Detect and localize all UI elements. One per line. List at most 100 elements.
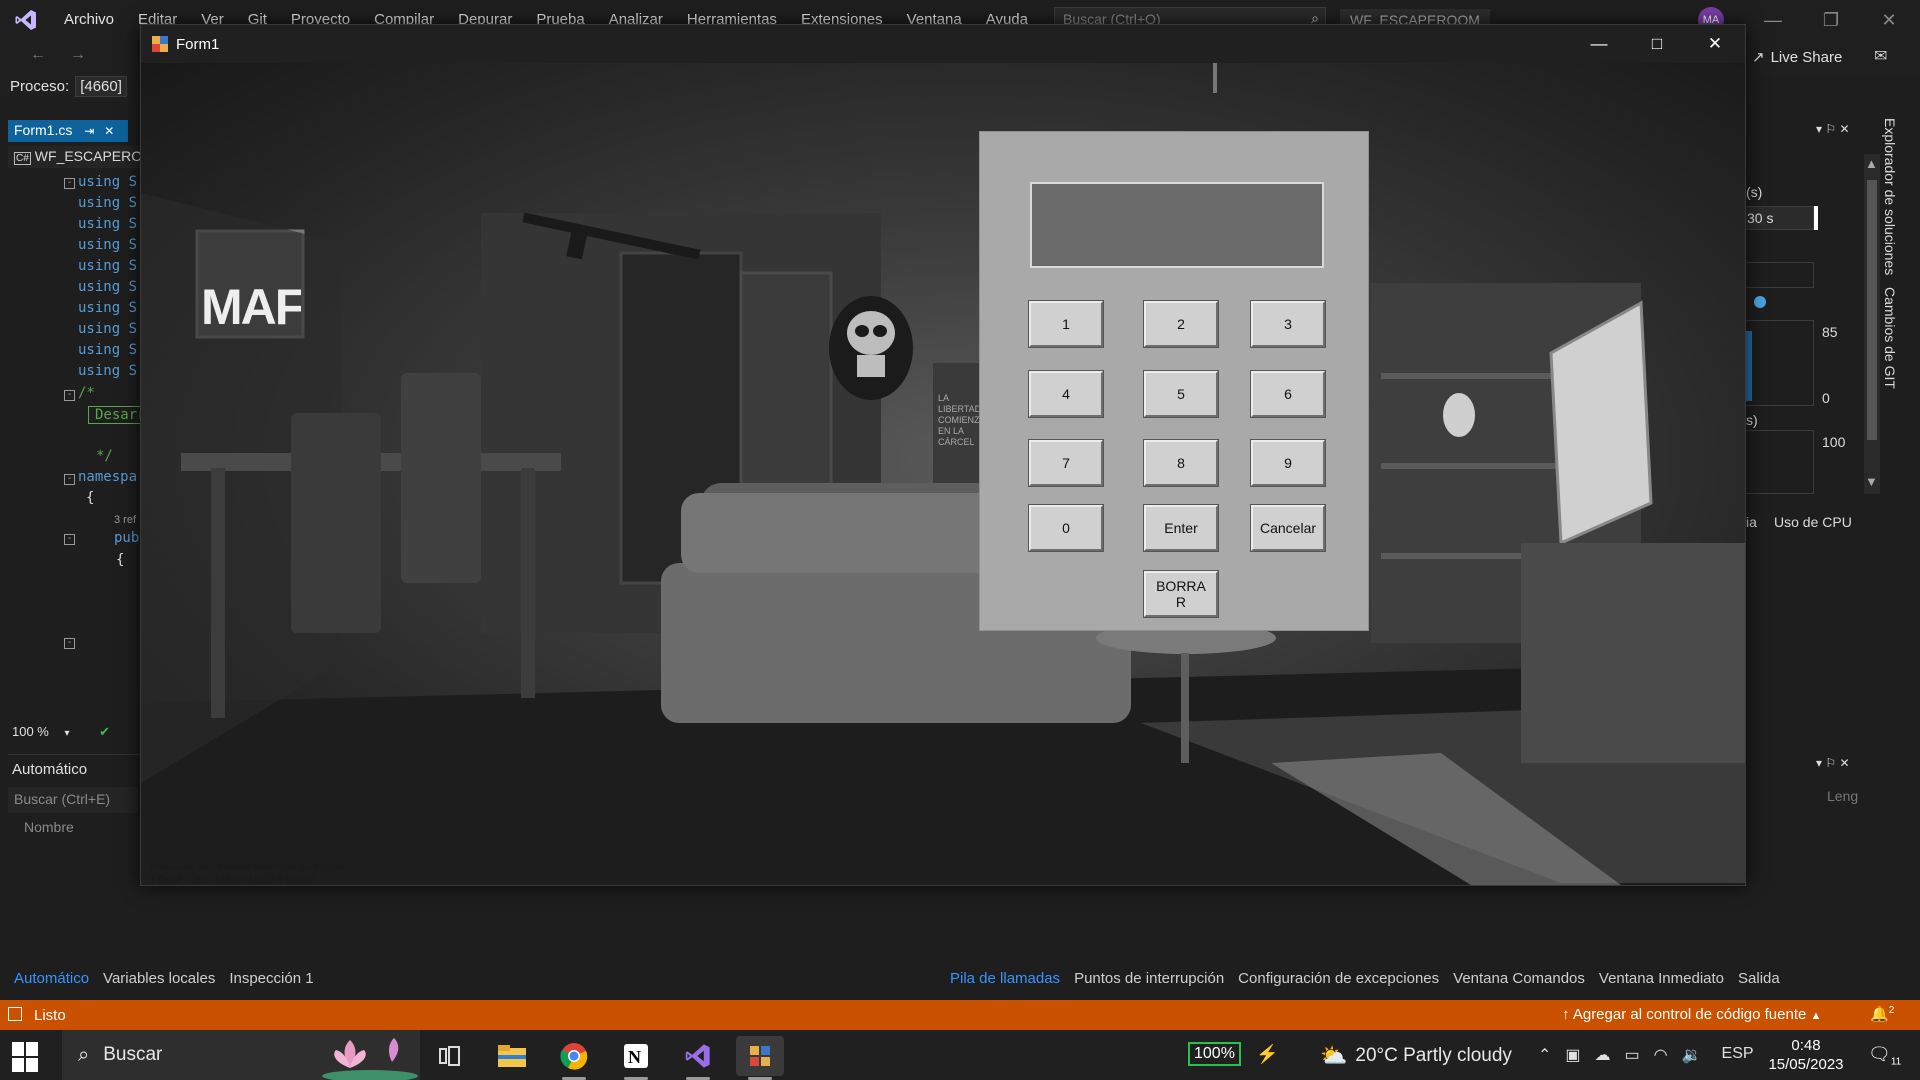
collapse-toggle[interactable]: - [64,474,75,485]
pin-icon[interactable]: ⇥ [84,124,94,138]
chrome-icon[interactable] [550,1036,598,1080]
key-3-button[interactable]: 3 [1250,300,1326,348]
windows-start-icon[interactable] [12,1042,42,1072]
tab-automatico[interactable]: Automático [14,970,89,992]
form1-titlebar[interactable]: Form1 — □ ✕ [141,25,1745,63]
task-view-icon[interactable] [426,1036,474,1076]
share-icon: ↗ [1752,49,1765,66]
tab-ventana-inmediato[interactable]: Ventana Inmediato [1599,970,1724,992]
collapse-toggle[interactable]: - [64,390,75,401]
menu-archivo[interactable]: Archivo [52,0,126,40]
notion-icon[interactable]: N [612,1036,660,1080]
device-icon[interactable]: ▣ [1565,1045,1580,1065]
auto-panel-title: Automático [12,761,88,778]
collapse-toggle[interactable]: - [64,534,75,545]
editor-tab-form1[interactable]: Form1.cs ⇥ ✕ [8,120,128,142]
key-1-button[interactable]: 1 [1028,300,1104,348]
editor-project-dropdown[interactable]: C#WF_ESCAPEROOM [8,146,140,168]
key-2-button[interactable]: 2 [1143,300,1219,348]
timeline-handle[interactable] [1814,206,1818,230]
tab-config-excepciones[interactable]: Configuración de excepciones [1238,970,1439,992]
graph-max-label: 85 [1822,324,1838,340]
panel-dropdown-icon[interactable]: ▾ ⚐ ✕ [1816,756,1850,770]
key-9-button[interactable]: 9 [1250,439,1326,487]
collapse-toggle[interactable]: - [64,638,75,649]
windows-taskbar: ⌕ Buscar N 100% ⚡ ⛅ 20°C Partly cloudy ⌃… [0,1030,1920,1080]
battery-icon[interactable]: ▭ [1625,1045,1640,1065]
vs-restore-button[interactable]: ❐ [1808,0,1854,40]
weather-widget[interactable]: ⛅ 20°C Partly cloudy [1320,1043,1512,1069]
tab-puntos-interrupcion[interactable]: Puntos de interrupción [1074,970,1224,992]
process-label: Proceso: [10,78,70,95]
event-marker[interactable] [1754,296,1766,308]
chevron-up-icon[interactable]: ⌃ [1538,1045,1551,1065]
system-tray: ⌃ ▣ ☁ ▭ ◠ 🔉 ESP [1538,1045,1754,1065]
process-value[interactable]: [4660] [75,76,127,97]
collapse-toggle[interactable]: - [64,178,75,189]
live-share-button[interactable]: ↗ Live Share [1752,48,1843,67]
key-4-button[interactable]: 4 [1028,370,1104,418]
form-app-taskbar-icon[interactable] [736,1036,784,1080]
events-track [1744,262,1814,288]
language-indicator[interactable]: ESP [1722,1045,1754,1065]
tab-variables-locales[interactable]: Variables locales [103,970,215,992]
zoom-level: 100 % [12,724,49,739]
notification-count: 11 [1890,1056,1902,1068]
form-close-button[interactable]: ✕ [1686,25,1744,63]
panel-dropdown-icon[interactable]: ▾ ⚐ ✕ [1816,122,1850,136]
form-maximize-button[interactable]: □ [1628,25,1686,63]
form-minimize-button[interactable]: — [1570,25,1628,63]
close-icon[interactable]: ✕ [104,124,114,138]
key-8-button[interactable]: 8 [1143,439,1219,487]
clock[interactable]: 0:48 15/05/2023 [1764,1036,1848,1074]
auto-search-input[interactable]: Buscar (Ctrl+E) [8,787,138,813]
chevron-up-icon[interactable]: ▲ [1865,156,1878,171]
battery-indicator[interactable]: 100% [1188,1042,1241,1066]
notification-center-icon[interactable]: 🗨11 [1868,1044,1901,1068]
scrollbar-thumb[interactable] [1867,180,1877,440]
bottom-tabs-left: Automático Variables locales Inspección … [8,970,314,992]
tab-salida[interactable]: Salida [1738,970,1780,992]
tab-inspeccion-1[interactable]: Inspección 1 [229,970,313,992]
zoom-dropdown[interactable]: 100 % ▾ ✔ [8,724,140,744]
notification-bell-icon[interactable]: 🔔2 [1870,1005,1894,1023]
tab-ventana-comandos[interactable]: Ventana Comandos [1453,970,1585,992]
back-arrow-icon[interactable]: ← [30,46,46,64]
key-5-button[interactable]: 5 [1143,370,1219,418]
erase-button[interactable]: BORRA R [1143,570,1219,618]
visual-studio-logo-icon[interactable] [0,0,52,40]
diagnostics-scrollbar[interactable]: ▲ ▼ [1864,154,1880,494]
code-references[interactable]: 3 ref [114,514,136,526]
code-editor[interactable]: - using S using S using S using S using … [8,170,140,720]
key-7-button[interactable]: 7 [1028,439,1104,487]
column-header-lang[interactable]: Leng [1827,788,1858,804]
tab-explorador-soluciones[interactable]: Explorador de soluciones [1882,118,1898,275]
add-source-control-button[interactable]: ↑ Agregar al control de código fuente ▲ [1562,1006,1821,1023]
wifi-icon[interactable]: ◠ [1654,1045,1668,1065]
key-6-button[interactable]: 6 [1250,370,1326,418]
column-header-name[interactable]: Nombre [24,819,74,835]
code-namespace: namespa [78,469,138,485]
onedrive-cloud-icon[interactable]: ☁ [1595,1045,1611,1065]
tab-pila-llamadas[interactable]: Pila de llamadas [950,970,1060,992]
vs-minimize-button[interactable]: — [1750,0,1796,40]
chevron-down-icon[interactable]: ▼ [1865,474,1878,489]
timeline-range[interactable]: 30 s [1744,206,1814,230]
escape-room-scene[interactable]: MAF LA LIBERTAD COMIENZA EN LA CÁRCEL Re… [141,63,1745,885]
cancel-button[interactable]: Cancelar [1250,504,1326,552]
forward-arrow-icon[interactable]: → [70,46,86,64]
tab-cambios-git[interactable]: Cambios de GIT [1882,287,1898,389]
chevron-down-icon: ▾ [64,728,70,739]
enter-button[interactable]: Enter [1143,504,1219,552]
status-bar: Listo ↑ Agregar al control de código fue… [0,1000,1920,1030]
live-share-label: Live Share [1770,48,1843,66]
visual-studio-taskbar-icon[interactable] [674,1036,722,1080]
key-0-button[interactable]: 0 [1028,504,1104,552]
volume-icon[interactable]: 🔉 [1682,1045,1702,1065]
file-explorer-icon[interactable] [488,1036,536,1076]
memoria-tab-fragment[interactable]: ia [1746,514,1757,530]
taskbar-search-box[interactable]: ⌕ Buscar [62,1030,420,1080]
feedback-icon[interactable]: ✉ [1874,46,1887,66]
tab-uso-cpu[interactable]: Uso de CPU [1774,514,1852,530]
vs-close-button[interactable]: ✕ [1866,0,1912,40]
